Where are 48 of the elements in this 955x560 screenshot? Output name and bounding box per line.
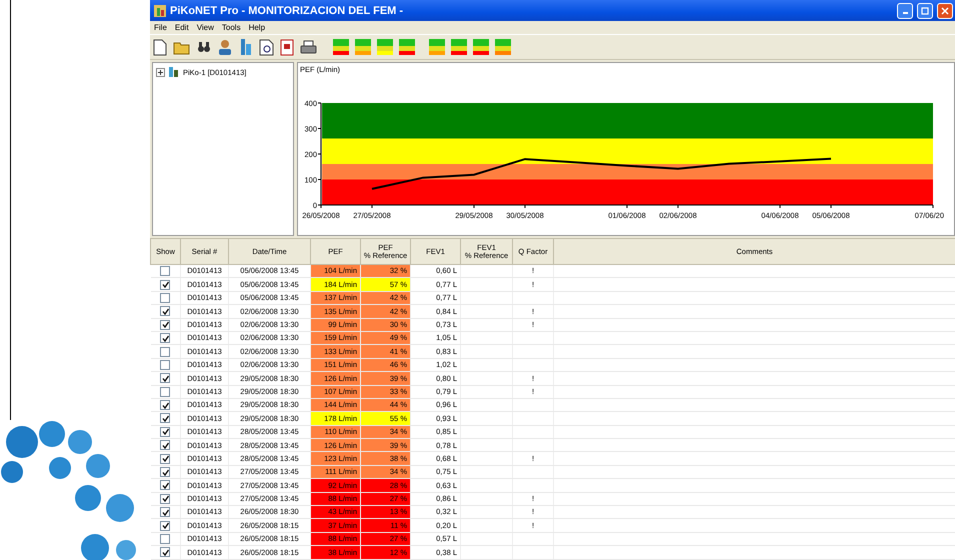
chart-icon[interactable] (451, 39, 467, 55)
show-checkbox[interactable] (160, 467, 170, 478)
minimize-button[interactable] (897, 2, 913, 18)
close-icon (941, 6, 949, 14)
show-checkbox[interactable] (160, 266, 170, 276)
expand-toggle[interactable] (156, 68, 165, 76)
menu-item[interactable]: File (154, 23, 167, 32)
minimize-icon (902, 12, 908, 14)
show-checkbox[interactable] (160, 507, 170, 518)
show-checkbox[interactable] (160, 280, 170, 290)
maximize-button[interactable] (917, 2, 933, 18)
show-checkbox[interactable] (160, 400, 170, 410)
print-preview-icon[interactable] (259, 38, 274, 56)
app-icon (154, 4, 166, 16)
show-checkbox[interactable] (160, 440, 170, 450)
menu-item[interactable]: Help (248, 23, 266, 32)
show-checkbox[interactable] (160, 520, 170, 531)
show-checkbox[interactable] (160, 534, 170, 544)
show-checkbox[interactable] (160, 306, 170, 316)
show-checkbox[interactable] (160, 292, 170, 303)
show-checkbox[interactable] (160, 413, 170, 424)
menu-item[interactable]: Edit (174, 23, 189, 32)
menu-item[interactable]: View (196, 23, 214, 32)
new-file-icon[interactable] (153, 38, 167, 56)
device-icon (168, 66, 180, 78)
show-checkbox[interactable] (160, 547, 170, 558)
show-checkbox[interactable] (160, 346, 170, 357)
folder-icon[interactable] (173, 40, 191, 54)
maximize-icon (921, 6, 929, 14)
person-icon[interactable] (217, 38, 233, 56)
document-icon[interactable] (280, 38, 294, 56)
chart-icon[interactable] (399, 39, 415, 55)
menu-item[interactable]: Tools (222, 23, 241, 32)
show-checkbox[interactable] (160, 386, 170, 397)
chart-icon[interactable] (473, 39, 489, 55)
print-icon[interactable] (300, 40, 317, 54)
show-checkbox[interactable] (160, 333, 170, 344)
show-checkbox[interactable] (160, 360, 170, 370)
show-checkbox[interactable] (160, 373, 170, 384)
show-checkbox[interactable] (160, 480, 170, 490)
show-checkbox[interactable] (160, 320, 170, 330)
close-button[interactable] (937, 2, 953, 18)
binoculars-icon[interactable] (197, 41, 211, 53)
window-title: PiKoNET Pro - MONITORIZACION DEL FEM - (170, 4, 404, 16)
show-checkbox[interactable] (160, 494, 170, 504)
chart-icon[interactable] (333, 39, 349, 55)
show-checkbox[interactable] (160, 454, 170, 464)
show-checkbox[interactable] (160, 426, 170, 437)
